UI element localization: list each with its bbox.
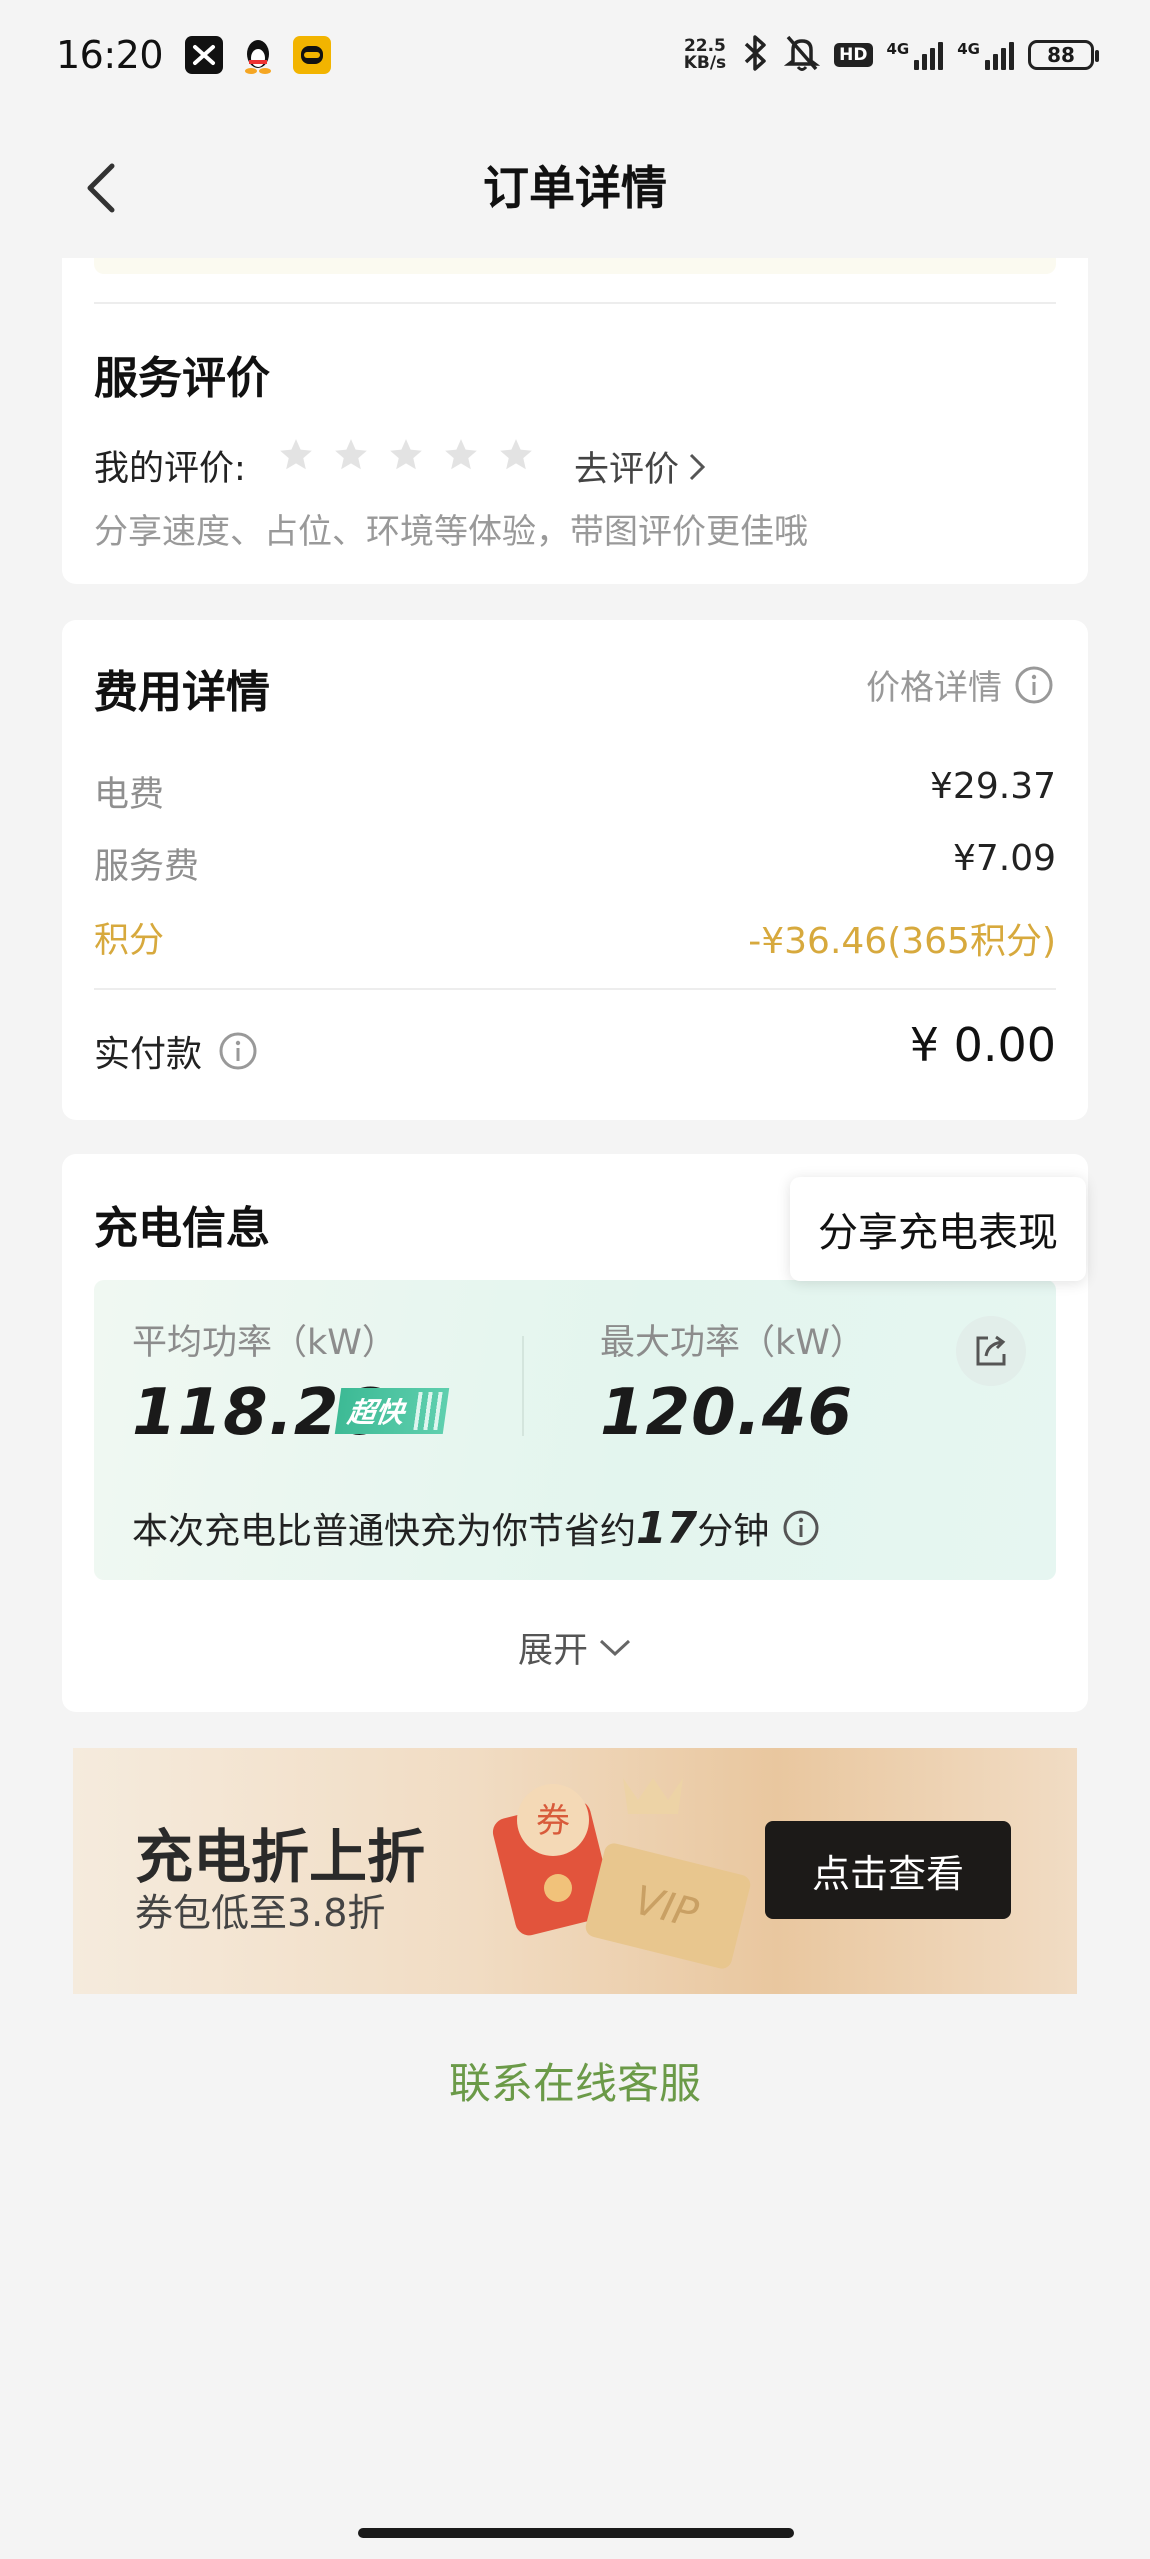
previous-section-edge [94, 258, 1056, 274]
expand-label: 展开 [517, 1631, 588, 1671]
saving-minutes: 17 [636, 1503, 698, 1554]
electricity-fee-label: 电费 [94, 775, 165, 815]
price-detail-link[interactable]: 价格详情 [866, 660, 1054, 709]
avg-power-label: 平均功率（kW） [132, 1323, 397, 1363]
chevron-down-icon [599, 1639, 631, 1656]
scissors-app-icon [185, 36, 224, 74]
expand-button[interactable]: 展开 [62, 1622, 1088, 1673]
cost-title: 费用详情 [94, 667, 270, 718]
paid-value: ¥ 0.00 [909, 1018, 1056, 1072]
robot-app-icon [293, 36, 332, 74]
contact-support-link[interactable]: 联系在线客服 [0, 2050, 1150, 2111]
cost-card: 费用详情 价格详情 电费 ¥29.37 服务费 ¥7.09 积分 -¥36.46… [62, 620, 1088, 1120]
charging-title: 充电信息 [94, 1203, 270, 1254]
view-offer-button[interactable]: 点击查看 [765, 1821, 1011, 1919]
share-tooltip: 分享充电表现 [790, 1177, 1086, 1281]
promo-banner[interactable]: 充电折上折 券包低至3.8折 券 VIP 点击查看 [73, 1748, 1077, 1994]
coupon-vip-illustration: 券 VIP [492, 1778, 751, 1969]
info-icon[interactable] [781, 1508, 821, 1548]
info-icon[interactable] [218, 1031, 258, 1071]
star-icon[interactable] [277, 436, 315, 474]
page-title: 订单详情 [483, 161, 667, 215]
bluetooth-icon [740, 33, 770, 77]
ultra-fast-badge: 超快 [334, 1388, 450, 1434]
status-bar: 16:20 22.5 KB/s HD 4G 4G 88 [0, 0, 1150, 110]
signal-icon: 4G [887, 40, 944, 70]
network-speed: 22.5 KB/s [683, 36, 727, 73]
price-detail-label: 价格详情 [866, 668, 1002, 708]
battery-indicator: 88 [1028, 40, 1099, 70]
star-icon[interactable] [387, 436, 425, 474]
points-label: 积分 [94, 921, 165, 961]
review-card: 服务评价 我的评价: 去评价 分享速度、占位、环境等体验，带图评价更佳哦 [62, 258, 1088, 584]
coupon-char: 券 [536, 1801, 570, 1841]
signal-icon-2: 4G [957, 40, 1014, 70]
review-hint: 分享速度、占位、环境等体验，带图评价更佳哦 [94, 512, 808, 552]
penguin-app-icon [239, 36, 277, 74]
info-icon [1015, 666, 1053, 703]
charging-stats-box: 平均功率（kW） 118.26 超快 最大功率（kW） 120.46 本次充电比… [94, 1280, 1056, 1580]
saving-suffix: 分钟 [697, 1511, 770, 1552]
rating-stars[interactable] [277, 436, 535, 474]
divider [94, 302, 1056, 304]
mute-bell-icon [783, 33, 821, 77]
paid-amount-row: 实付款 [94, 1025, 258, 1077]
max-power-label: 最大功率（kW） [600, 1323, 865, 1363]
back-button[interactable] [78, 158, 128, 218]
electricity-fee-value: ¥29.37 [930, 766, 1056, 807]
my-review-label: 我的评价: [94, 449, 246, 489]
review-title: 服务评价 [94, 353, 270, 404]
time-saving-note: 本次充电比普通快充为你节省约17分钟 [132, 1502, 821, 1554]
divider [94, 988, 1056, 990]
share-button[interactable] [956, 1316, 1026, 1386]
saving-prefix: 本次充电比普通快充为你节省约 [132, 1511, 637, 1552]
points-value: -¥36.46(365积分) [748, 921, 1056, 962]
star-icon[interactable] [497, 436, 535, 474]
divider [522, 1336, 524, 1436]
go-review-link[interactable]: 去评价 [574, 441, 707, 492]
banner-subtitle: 券包低至3.8折 [135, 1891, 386, 1935]
service-fee-value: ¥7.09 [952, 838, 1056, 879]
service-fee-label: 服务费 [94, 847, 200, 887]
star-icon[interactable] [442, 436, 480, 474]
paid-label: 实付款 [94, 1034, 203, 1075]
hd-badge: HD [834, 43, 873, 67]
chevron-left-icon [87, 163, 115, 213]
go-review-label: 去评价 [574, 450, 680, 490]
max-power-value: 120.46 [600, 1376, 853, 1450]
share-icon [976, 1335, 1006, 1366]
status-time: 16:20 [56, 33, 164, 77]
chevron-right-icon [689, 453, 706, 480]
home-indicator[interactable] [358, 2528, 794, 2538]
nav-bar: 订单详情 [0, 110, 1150, 260]
star-icon[interactable] [332, 436, 370, 474]
